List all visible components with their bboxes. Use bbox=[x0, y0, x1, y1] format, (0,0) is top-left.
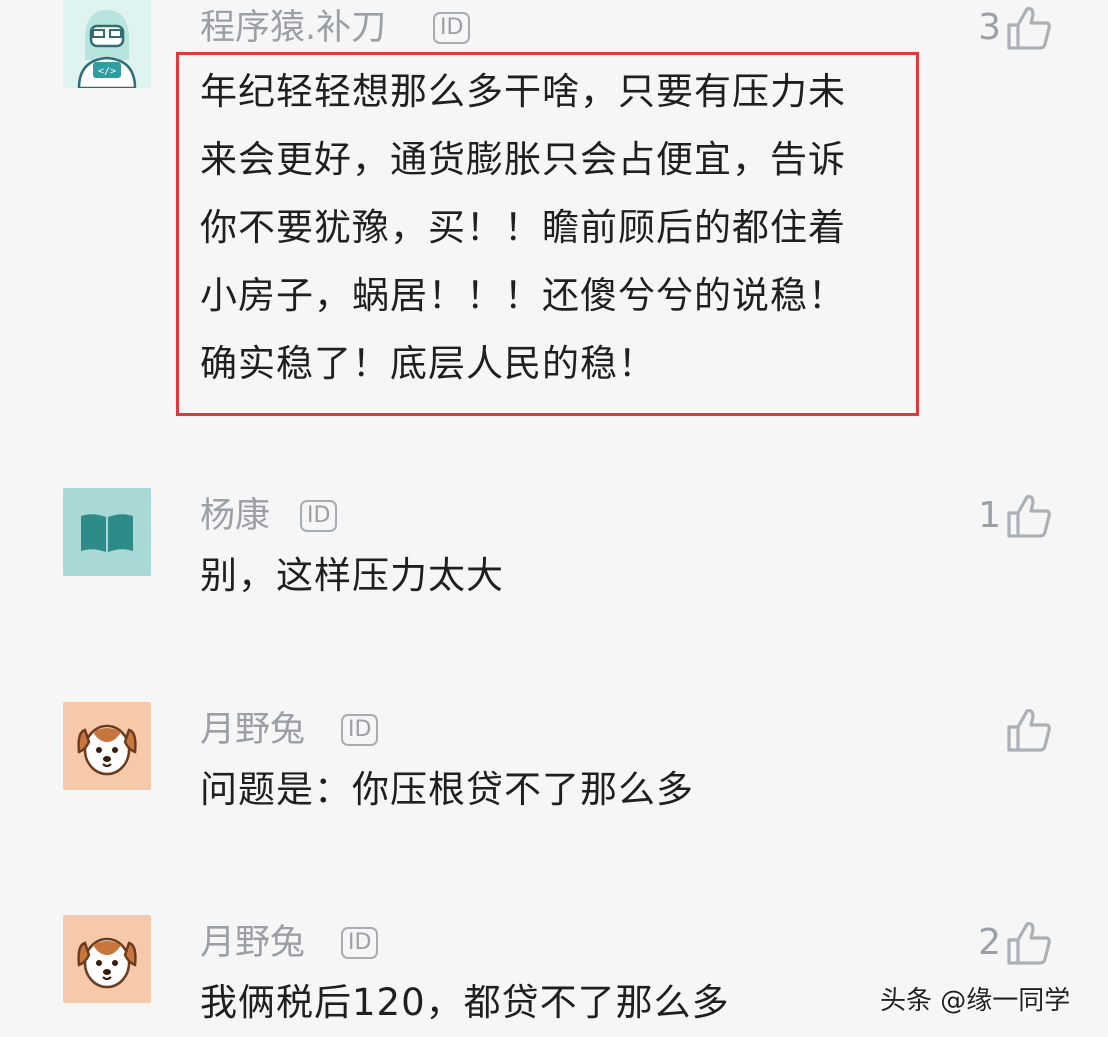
svg-text:</>: </> bbox=[98, 66, 116, 77]
comment-text: 年纪轻轻想那么多干啥，只要有压力未 来会更好，通货膨胀只会占便宜，告诉 你不要犹… bbox=[200, 58, 846, 398]
id-badge: ID bbox=[433, 12, 471, 44]
comment-line: 确实稳了！底层人民的稳！ bbox=[200, 342, 656, 385]
comment-item: </> 程序猿.补刀 ID 3 年纪轻轻想那么多干啥，只要有压力未 来会更好，通… bbox=[0, 0, 1108, 430]
like-count: 3 bbox=[978, 7, 1001, 48]
book-avatar-icon[interactable] bbox=[63, 488, 151, 576]
comment-line: 我俩税后120，都贷不了那么多 bbox=[200, 981, 730, 1024]
comment-line: 你不要犹豫，买！！瞻前顾后的都住着 bbox=[200, 206, 846, 249]
coder-avatar-icon[interactable]: </> bbox=[63, 0, 151, 88]
watermark: 头条 @缘一同学 bbox=[880, 986, 1071, 1016]
comment-text: 问题是：你压根贷不了那么多 bbox=[200, 756, 694, 824]
comment-line: 问题是：你压根贷不了那么多 bbox=[200, 768, 694, 811]
thumbs-up-icon[interactable] bbox=[1005, 493, 1053, 539]
thumbs-up-icon[interactable] bbox=[1005, 920, 1053, 966]
comment-username[interactable]: 杨康 bbox=[200, 496, 270, 536]
comment-username[interactable]: 程序猿.补刀 bbox=[200, 8, 386, 48]
dog-avatar-icon[interactable] bbox=[63, 915, 151, 1003]
like-button[interactable]: 3 bbox=[978, 5, 1053, 51]
comment-item: 月野兔 ID 问题是：你压根贷不了那么多 bbox=[0, 702, 1108, 832]
like-button[interactable]: 1 bbox=[978, 493, 1053, 539]
comment-text: 我俩税后120，都贷不了那么多 bbox=[200, 969, 730, 1037]
like-button[interactable] bbox=[1001, 707, 1053, 753]
like-button[interactable]: 2 bbox=[978, 920, 1053, 966]
thumbs-up-icon[interactable] bbox=[1005, 5, 1053, 51]
thumbs-up-icon[interactable] bbox=[1005, 707, 1053, 753]
like-count: 1 bbox=[978, 495, 1001, 536]
comment-line: 来会更好，通货膨胀只会占便宜，告诉 bbox=[200, 138, 846, 181]
id-badge: ID bbox=[341, 927, 379, 959]
comment-item: 月野兔 ID 2 我俩税后120，都贷不了那么多 bbox=[0, 915, 1108, 1036]
comment-text: 别，这样压力太大 bbox=[200, 542, 504, 610]
id-badge: ID bbox=[300, 500, 338, 532]
comment-username[interactable]: 月野兔 bbox=[200, 923, 305, 963]
comment-line: 年纪轻轻想那么多干啥，只要有压力未 bbox=[200, 70, 846, 113]
dog-avatar-icon[interactable] bbox=[63, 702, 151, 790]
comment-line: 小房子，蜗居！！！还傻兮兮的说稳！ bbox=[200, 274, 846, 317]
comment-line: 别，这样压力太大 bbox=[200, 554, 504, 597]
like-count: 2 bbox=[978, 922, 1001, 963]
id-badge: ID bbox=[341, 714, 379, 746]
comment-username[interactable]: 月野兔 bbox=[200, 710, 305, 750]
comment-item: 杨康 ID 1 别，这样压力太大 bbox=[0, 488, 1108, 618]
